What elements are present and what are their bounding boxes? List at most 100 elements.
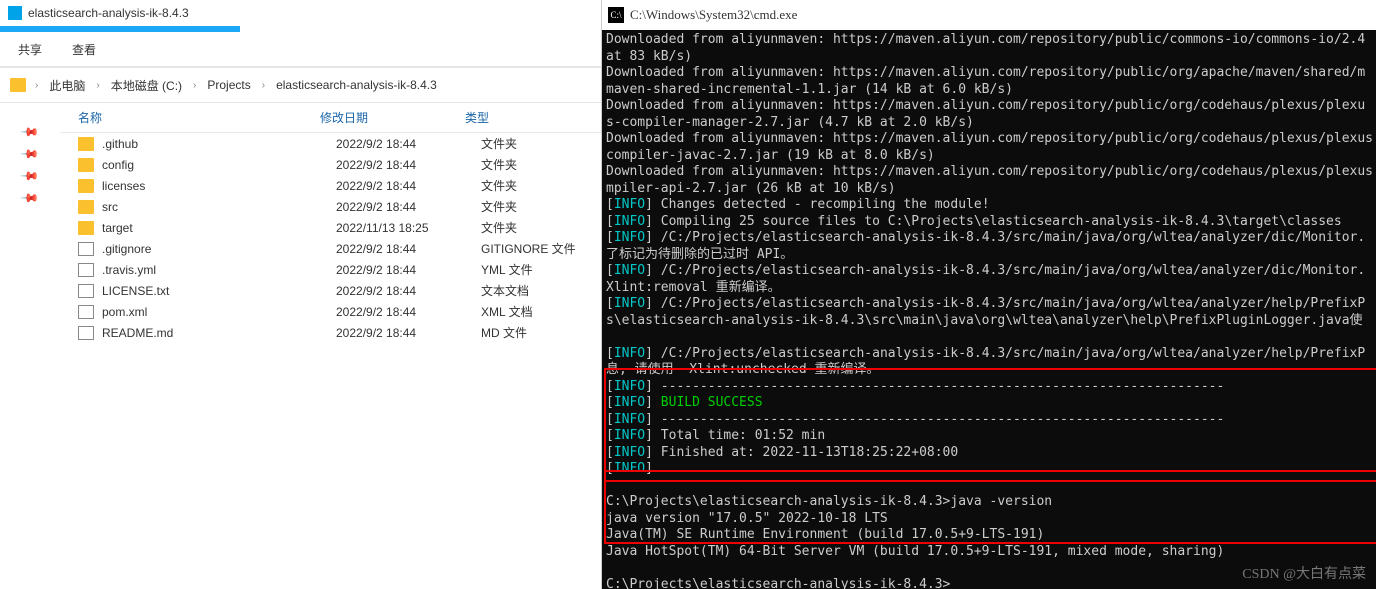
terminal-line: [INFO] /C:/Projects/elasticsearch-analys…	[606, 230, 1376, 247]
file-explorer-window: elasticsearch-analysis-ik-8.4.3 共享 查看 › …	[0, 0, 602, 589]
terminal-line: [INFO] /C:/Projects/elasticsearch-analys…	[606, 346, 1376, 363]
cmd-window: C:\ C:\Windows\System32\cmd.exe Download…	[602, 0, 1376, 589]
terminal-line: [INFO] /C:/Projects/elasticsearch-analys…	[606, 263, 1376, 280]
file-name: config	[102, 158, 336, 172]
file-name: pom.xml	[102, 305, 336, 319]
cmd-output[interactable]: Downloaded from aliyunmaven: https://mav…	[602, 30, 1376, 589]
terminal-line: [INFO] ---------------------------------…	[606, 379, 1376, 396]
ribbon-toolbar: 共享 查看	[0, 32, 601, 66]
file-row[interactable]: LICENSE.txt2022/9/2 18:44文本文档	[60, 280, 601, 301]
file-row[interactable]: pom.xml2022/9/2 18:44XML 文档	[60, 301, 601, 322]
chevron-right-icon: ›	[93, 80, 102, 91]
file-row[interactable]: README.md2022/9/2 18:44MD 文件	[60, 322, 601, 343]
terminal-line: Downloaded from aliyunmaven: https://mav…	[606, 98, 1376, 115]
address-bar[interactable]: › 此电脑 › 本地磁盘 (C:) › Projects › elasticse…	[0, 67, 601, 103]
terminal-line: Downloaded from aliyunmaven: https://mav…	[606, 164, 1376, 181]
file-name: licenses	[102, 179, 336, 193]
folder-icon	[78, 200, 94, 214]
file-row[interactable]: .github2022/9/2 18:44文件夹	[60, 133, 601, 154]
window-title: elasticsearch-analysis-ik-8.4.3	[28, 6, 189, 20]
app-icon	[8, 6, 22, 20]
file-icon	[78, 242, 94, 256]
file-type: MD 文件	[481, 324, 601, 341]
crumb-drive[interactable]: 本地磁盘 (C:)	[109, 77, 184, 94]
file-row[interactable]: src2022/9/2 18:44文件夹	[60, 196, 601, 217]
file-name: .travis.yml	[102, 263, 336, 277]
file-name: LICENSE.txt	[102, 284, 336, 298]
crumb-projects[interactable]: Projects	[205, 78, 252, 92]
tab-share[interactable]: 共享	[18, 41, 42, 58]
terminal-line	[606, 478, 1376, 495]
chevron-right-icon: ›	[32, 80, 41, 91]
terminal-line: C:\Projects\elasticsearch-analysis-ik-8.…	[606, 494, 1376, 511]
col-name[interactable]: 名称	[60, 109, 320, 126]
file-type: 文件夹	[481, 219, 601, 236]
file-name: target	[102, 221, 336, 235]
file-type: YML 文件	[481, 261, 601, 278]
file-icon	[78, 326, 94, 340]
file-row[interactable]: .gitignore2022/9/2 18:44GITIGNORE 文件	[60, 238, 601, 259]
file-date: 2022/9/2 18:44	[336, 158, 481, 172]
terminal-line: mpiler-api-2.7.jar (26 kB at 10 kB/s)	[606, 181, 1376, 198]
cmd-icon: C:\	[608, 7, 624, 23]
folder-icon	[10, 78, 26, 92]
quick-access-pane: 📌 📌 📌 📌	[0, 103, 60, 589]
terminal-line: [INFO] Total time: 01:52 min	[606, 428, 1376, 445]
file-list-panel: 名称 修改日期 类型 .github2022/9/2 18:44文件夹confi…	[60, 103, 601, 589]
terminal-line: [INFO] Compiling 25 source files to C:\P…	[606, 214, 1376, 231]
file-name: src	[102, 200, 336, 214]
folder-icon	[78, 158, 94, 172]
crumb-this-pc[interactable]: 此电脑	[47, 77, 87, 94]
file-date: 2022/9/2 18:44	[336, 137, 481, 151]
terminal-line: Downloaded from aliyunmaven: https://mav…	[606, 32, 1376, 49]
file-type: 文件夹	[481, 156, 601, 173]
col-date[interactable]: 修改日期	[320, 109, 465, 126]
chevron-right-icon: ›	[190, 80, 199, 91]
explorer-title-bar: elasticsearch-analysis-ik-8.4.3	[0, 0, 601, 26]
file-row[interactable]: config2022/9/2 18:44文件夹	[60, 154, 601, 175]
file-type: 文件夹	[481, 177, 601, 194]
terminal-line: Downloaded from aliyunmaven: https://mav…	[606, 131, 1376, 148]
file-date: 2022/9/2 18:44	[336, 284, 481, 298]
terminal-line: 了标记为待删除的已过时 API。	[606, 247, 1376, 264]
folder-icon	[78, 179, 94, 193]
file-type: 文件夹	[481, 198, 601, 215]
terminal-line: [INFO] BUILD SUCCESS	[606, 395, 1376, 412]
column-headers: 名称 修改日期 类型	[60, 103, 601, 133]
file-date: 2022/9/2 18:44	[336, 326, 481, 340]
terminal-line: at 83 kB/s)	[606, 49, 1376, 66]
file-type: GITIGNORE 文件	[481, 240, 601, 257]
file-date: 2022/9/2 18:44	[336, 242, 481, 256]
file-row[interactable]: target2022/11/13 18:25文件夹	[60, 217, 601, 238]
folder-icon	[78, 137, 94, 151]
file-date: 2022/9/2 18:44	[336, 305, 481, 319]
file-row[interactable]: .travis.yml2022/9/2 18:44YML 文件	[60, 259, 601, 280]
file-date: 2022/9/2 18:44	[336, 263, 481, 277]
chevron-right-icon: ›	[259, 80, 268, 91]
terminal-line: maven-shared-incremental-1.1.jar (14 kB …	[606, 82, 1376, 99]
file-icon	[78, 263, 94, 277]
crumb-folder[interactable]: elasticsearch-analysis-ik-8.4.3	[274, 78, 439, 92]
folder-icon	[78, 221, 94, 235]
terminal-line: 息, 请使用 -Xlint:unchecked 重新编译。	[606, 362, 1376, 379]
file-name: README.md	[102, 326, 336, 340]
file-date: 2022/9/2 18:44	[336, 200, 481, 214]
terminal-line: [INFO] Finished at: 2022-11-13T18:25:22+…	[606, 445, 1376, 462]
tab-view[interactable]: 查看	[72, 41, 96, 58]
file-type: 文件夹	[481, 135, 601, 152]
col-type[interactable]: 类型	[465, 109, 601, 126]
file-row[interactable]: licenses2022/9/2 18:44文件夹	[60, 175, 601, 196]
terminal-line: s-compiler-manager-2.7.jar (4.7 kB at 2.…	[606, 115, 1376, 132]
file-name: .github	[102, 137, 336, 151]
terminal-line: Downloaded from aliyunmaven: https://mav…	[606, 65, 1376, 82]
terminal-line: [INFO]	[606, 461, 1376, 478]
terminal-line: Java HotSpot(TM) 64-Bit Server VM (build…	[606, 544, 1376, 561]
cmd-title-text: C:\Windows\System32\cmd.exe	[630, 7, 797, 24]
file-name: .gitignore	[102, 242, 336, 256]
terminal-line: s\elasticsearch-analysis-ik-8.4.3\src\ma…	[606, 313, 1376, 330]
cmd-title-bar: C:\ C:\Windows\System32\cmd.exe	[602, 0, 1376, 30]
terminal-line: Xlint:removal 重新编译。	[606, 280, 1376, 297]
terminal-line: [INFO] /C:/Projects/elasticsearch-analys…	[606, 296, 1376, 313]
file-icon	[78, 284, 94, 298]
file-date: 2022/9/2 18:44	[336, 179, 481, 193]
